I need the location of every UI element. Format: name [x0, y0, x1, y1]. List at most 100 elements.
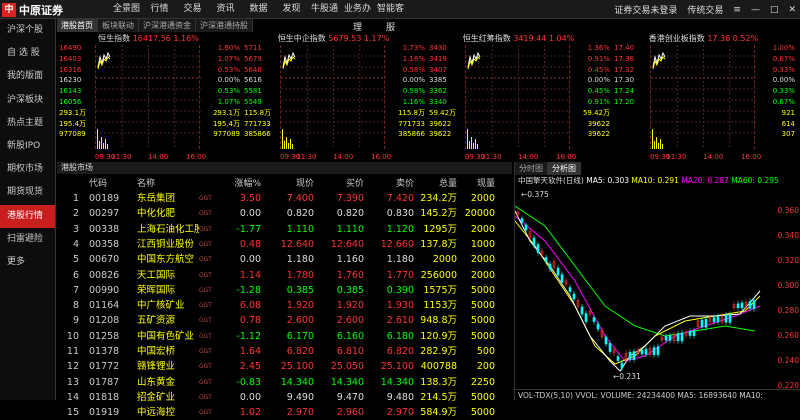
- ask-price: 12.660: [380, 238, 414, 250]
- tab-item[interactable]: 板块联动: [98, 19, 139, 32]
- sidebar-item[interactable]: 更多: [0, 251, 55, 274]
- axis-label: 0.33%: [772, 87, 795, 96]
- table-row[interactable]: 8 01164 中广核矿业 GGT 6.08 1.920 1.920 1.930 1153万 50…: [57, 298, 512, 313]
- sidebar-item[interactable]: 我的版面: [0, 65, 55, 88]
- column-header[interactable]: 涨幅%: [221, 176, 261, 190]
- ma-header: 中国擎天软件(日线) MA5: 0.303 MA10: 0.291 MA20: …: [515, 175, 800, 186]
- y-axis-label: 0.260: [777, 331, 799, 340]
- column-header[interactable]: 代码: [79, 176, 129, 190]
- sidebar-item[interactable]: 新股IPO: [0, 135, 55, 158]
- table-row[interactable]: 13 01787 山东黄金 GGT -0.83 14.340 14.340 14.340 138…: [57, 375, 512, 390]
- menu-icon[interactable]: ≡: [733, 5, 741, 15]
- axis-label: 195.4万: [212, 119, 240, 128]
- table-row[interactable]: 5 00670 中国东方航空 GGT 0.00 1.180 1.160 1.180 2000 20…: [57, 252, 512, 267]
- volume-bar: [101, 137, 102, 149]
- menu-item[interactable]: 数据: [242, 0, 275, 19]
- row-number: 1: [72, 193, 79, 204]
- menu-item[interactable]: 智能客服: [374, 0, 407, 33]
- maximize-icon[interactable]: □: [770, 5, 779, 15]
- axis-label: 1.36%: [587, 44, 610, 52]
- classic-trade-button[interactable]: 传统交易: [687, 3, 723, 16]
- column-header[interactable]: 总量: [414, 176, 457, 190]
- menu-item[interactable]: 全景图: [110, 0, 143, 19]
- left-axis: 3430 3419 3407 3385 3362 3340 59.42万 39622 39622: [429, 42, 456, 139]
- table-row[interactable]: 2 00297 中化化肥 GGT 0.00 0.820 0.820 0.830 145.2万 20…: [57, 206, 512, 221]
- axis-label: 16403: [59, 54, 82, 63]
- volume-bar: [107, 144, 108, 149]
- axis-label: 5616: [244, 76, 262, 85]
- index-chart[interactable]: 恒生中企指数 5679.53 1.17% 5711 5679 5648 5616 5581…: [242, 33, 425, 161]
- column-header[interactable]: [199, 176, 221, 190]
- sidebar-item[interactable]: 期货现货: [0, 181, 55, 204]
- close-icon[interactable]: ✕: [788, 5, 796, 15]
- axis-label: 17.40: [614, 44, 635, 52]
- table-row[interactable]: 10 01258 中国有色矿业 GGT -1.12 6.170 6.160 6.180 120.…: [57, 329, 512, 344]
- volume-bar: [284, 141, 285, 149]
- price: 2.600: [286, 315, 314, 327]
- sidebar-item[interactable]: 扫雷避险: [0, 228, 55, 251]
- sidebar-item[interactable]: 热点主题: [0, 112, 55, 135]
- sidebar-item[interactable]: 港股行情: [0, 204, 55, 228]
- price: 0.385: [286, 284, 314, 296]
- menu-item[interactable]: 交易: [176, 0, 209, 19]
- right-axis: 1.00% 0.67% 0.33% 0.00% 0.33% 0.67% 921 614 307: [773, 42, 795, 139]
- tab-item[interactable]: 港股首页: [57, 19, 98, 32]
- sidebar-item[interactable]: 沪深个股: [0, 19, 55, 42]
- change-pct: -1.28: [236, 284, 261, 296]
- kline-tab[interactable]: 分时图: [515, 162, 548, 175]
- stock-code: 01818: [89, 391, 120, 403]
- column-header[interactable]: 买价: [314, 176, 364, 190]
- menu-item[interactable]: 牛股通: [308, 0, 341, 19]
- volume-bar: [282, 129, 283, 149]
- kline-chart[interactable]: ←0.375 ←0.231 0.360 0.340 0.320 0.300 0.280 0.2…: [515, 186, 800, 400]
- stock-name: 中国宏桥: [137, 346, 176, 357]
- column-header[interactable]: 卖价: [364, 176, 414, 190]
- total-volume: 256000: [420, 269, 457, 281]
- table-row[interactable]: 3 00338 上海石油化工股份GGT -1.77 1.110 1.110 1.120 129…: [57, 222, 512, 237]
- axis-label: 1.16%: [402, 54, 425, 63]
- kline-panel: 分时图 分析图 中国擎天软件(日线) MA5: 0.303 MA10: 0.291…: [514, 162, 800, 400]
- table-row[interactable]: 1 00189 东岳集团 GGT 3.50 7.400 7.390 7.420 234.2万 20…: [57, 191, 512, 206]
- index-chart[interactable]: 恒生红筹指数 3419.44 1.04% 3430 3419 3407 3385 3362…: [427, 33, 610, 161]
- sidebar-item[interactable]: 自 选 股: [0, 42, 55, 65]
- menu-item[interactable]: 发现: [275, 0, 308, 19]
- index-pct: 1.16%: [173, 34, 199, 43]
- menu-item[interactable]: 资讯: [209, 0, 242, 19]
- time-label: 14:00: [333, 153, 354, 161]
- ggt-tag: GGT: [199, 210, 212, 218]
- sidebar-item[interactable]: 沪深板块: [0, 89, 55, 112]
- column-header[interactable]: 现量: [457, 176, 495, 190]
- table-row[interactable]: 6 00826 天工国际 GGT 1.14 1.780 1.760 1.770 256000 20…: [57, 268, 512, 283]
- volume-bar: [477, 144, 478, 149]
- tab-item[interactable]: 沪深港通资金: [139, 19, 196, 32]
- total-volume: 948.8万: [420, 315, 457, 327]
- stock-name: 上海石油化工股份: [137, 223, 199, 235]
- total-volume: 282.9万: [420, 346, 457, 357]
- table-row[interactable]: 12 01772 赣锋锂业 GGT 2.45 25.100 25.050 25.100 4007…: [57, 359, 512, 374]
- sidebar-item[interactable]: 期权市场: [0, 158, 55, 181]
- table-row[interactable]: 14 01818 招金矿业 GGT 0.00 9.490 9.470 9.480 214.5万 5…: [57, 390, 512, 405]
- minimize-icon[interactable]: —: [751, 5, 760, 15]
- table-row[interactable]: 4 00358 江西铜业股份 GGT 0.48 12.640 12.640 12.660 137…: [57, 237, 512, 252]
- volume-bar: [469, 141, 470, 149]
- current-volume: 5000: [470, 330, 495, 342]
- menu-item[interactable]: 业务办理: [341, 0, 374, 33]
- kline-tab[interactable]: 分析图: [548, 162, 581, 175]
- axis-label: 3340: [429, 97, 447, 106]
- table-row[interactable]: 11 01378 中国宏桥 GGT 1.64 6.820 6.810 6.820 282.9万 5…: [57, 344, 512, 359]
- index-chart[interactable]: 恒生指数 16417.56 1.16% 16490 16403 16316 16230 1…: [57, 33, 240, 161]
- menu-item[interactable]: 行情: [143, 0, 176, 19]
- table-row[interactable]: 9 01208 五矿资源 GGT 0.78 2.600 2.600 2.610 948.8万 50…: [57, 313, 512, 328]
- total-volume: 1295万: [423, 223, 457, 235]
- column-header[interactable]: [57, 176, 79, 190]
- table-row[interactable]: 15 01919 中远海控 GGT 1.02 2.970 2.960 2.970 584.9万 5…: [57, 405, 512, 420]
- login-status[interactable]: 证券交易未登录: [614, 3, 677, 16]
- table-row[interactable]: 7 00990 荣晖国际 GGT -1.28 0.385 0.385 0.390 1575万 50…: [57, 283, 512, 298]
- column-header[interactable]: 现价: [261, 176, 314, 190]
- volume-bar: [97, 129, 98, 149]
- column-header[interactable]: 名称: [129, 176, 199, 190]
- ggt-tag: GGT: [199, 271, 212, 279]
- index-chart[interactable]: 香港创业板指数 17.36 0.52% 17.40 17.36 17.32 17.30 1…: [612, 33, 795, 161]
- ask-price: 2.610: [386, 315, 414, 327]
- tab-item[interactable]: 沪深港通持股: [196, 19, 253, 32]
